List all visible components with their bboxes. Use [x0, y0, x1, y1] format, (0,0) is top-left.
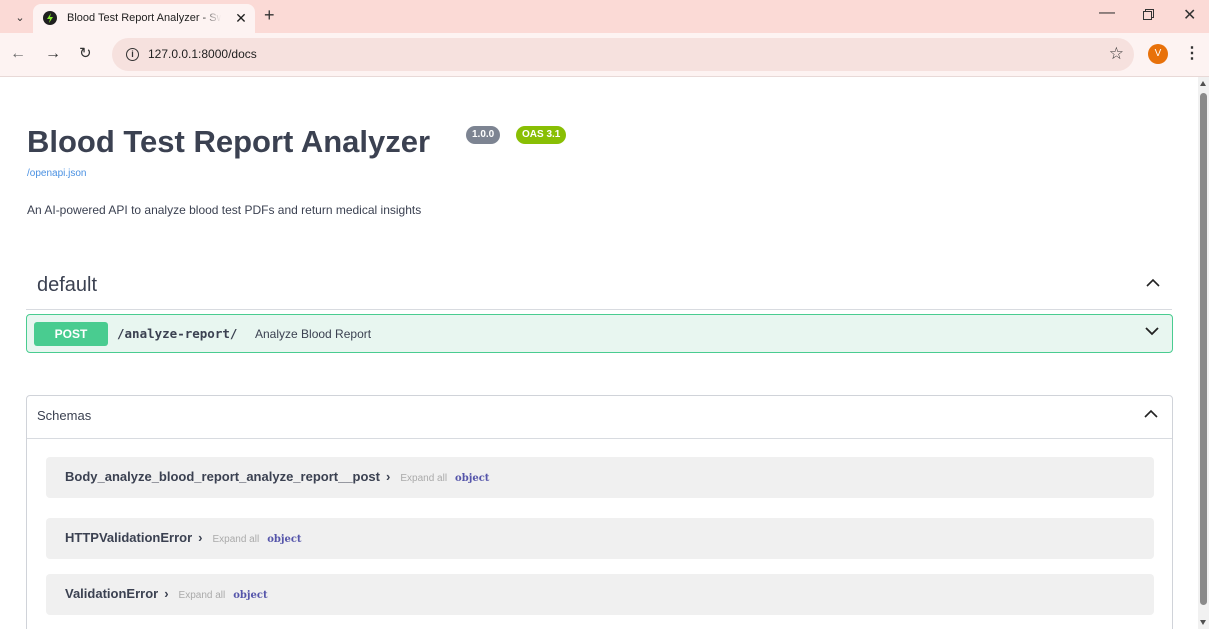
schema-row[interactable]: ValidationError › Expand all object [46, 574, 1154, 615]
schemas-title: Schemas [37, 408, 92, 423]
address-bar[interactable]: i 127.0.0.1:8000/docs ☆ [112, 38, 1134, 71]
schema-row[interactable]: Body_analyze_blood_report_analyze_report… [46, 457, 1154, 498]
tag-name: default [37, 274, 98, 296]
scroll-up-arrow-icon[interactable] [1200, 81, 1206, 86]
tab-title: Blood Test Report Analyzer - Swagger UI [67, 12, 221, 24]
expand-all-link[interactable]: Expand all [212, 534, 259, 545]
chevron-right-icon[interactable]: › [386, 469, 390, 484]
tab-close-icon[interactable]: ✕ [233, 10, 249, 26]
operation-summary: Analyze Blood Report [255, 327, 372, 341]
api-title: Blood Test Report Analyzer [27, 124, 431, 159]
openapi-json-link[interactable]: /openapi.json [27, 168, 87, 179]
schema-type: object [233, 590, 268, 601]
swagger-favicon-icon [43, 11, 57, 25]
forward-arrow-icon[interactable]: → [45, 46, 61, 62]
bookmark-star-icon[interactable]: ☆ [1109, 44, 1124, 64]
chevron-up-icon[interactable] [1144, 409, 1158, 419]
browser-tab[interactable]: Blood Test Report Analyzer - Swagger UI … [33, 4, 255, 33]
browser-tab-bar: ⌄ Blood Test Report Analyzer - Swagger U… [0, 0, 1209, 33]
site-info-icon[interactable]: i [126, 48, 139, 61]
schema-type: object [267, 534, 302, 545]
schema-name[interactable]: ValidationError [65, 586, 158, 601]
schema-row[interactable]: HTTPValidationError › Expand all object [46, 518, 1154, 559]
reload-icon[interactable]: ↻ [79, 46, 92, 62]
schema-type: object [455, 473, 490, 484]
schemas-header[interactable]: Schemas [27, 396, 1172, 439]
minimize-icon[interactable]: — [1099, 4, 1115, 22]
operation-path: /analyze-report/ [117, 326, 238, 341]
tag-section-default[interactable]: default [26, 266, 1172, 310]
post-analyze-report-operation[interactable]: POST /analyze-report/ Analyze Blood Repo… [26, 314, 1173, 353]
browser-toolbar: ← → ↻ i 127.0.0.1:8000/docs ☆ V ⋮ [0, 33, 1209, 77]
page-scrollbar[interactable] [1198, 77, 1209, 629]
chevron-down-icon[interactable] [1144, 325, 1160, 337]
expand-all-link[interactable]: Expand all [179, 590, 226, 601]
swagger-page: Blood Test Report Analyzer 1.0.0 OAS 3.1… [0, 77, 1198, 629]
version-badge: 1.0.0 [466, 126, 501, 144]
scroll-down-arrow-icon[interactable] [1200, 620, 1206, 625]
close-window-icon[interactable]: ✕ [1183, 5, 1196, 25]
schema-name[interactable]: Body_analyze_blood_report_analyze_report… [65, 469, 380, 484]
chevron-right-icon[interactable]: › [164, 586, 168, 601]
tab-search-chevron-icon[interactable]: ⌄ [12, 9, 28, 25]
back-arrow-icon[interactable]: ← [10, 46, 26, 62]
schemas-section: Schemas Body_analyze_blood_report_analyz… [26, 395, 1173, 629]
url-text[interactable]: 127.0.0.1:8000/docs [148, 47, 257, 61]
api-description: An AI-powered API to analyze blood test … [27, 203, 422, 217]
restore-window-icon[interactable] [1143, 9, 1154, 20]
chevron-up-icon[interactable] [1146, 278, 1160, 288]
schema-name[interactable]: HTTPValidationError [65, 530, 192, 545]
profile-avatar[interactable]: V [1148, 44, 1168, 64]
scrollbar-thumb[interactable] [1200, 93, 1207, 605]
expand-all-link[interactable]: Expand all [400, 473, 447, 484]
http-method-badge: POST [34, 322, 108, 346]
browser-menu-icon[interactable]: ⋮ [1184, 43, 1200, 63]
chevron-right-icon[interactable]: › [198, 530, 202, 545]
new-tab-icon[interactable]: + [264, 6, 275, 24]
oas-badge: OAS 3.1 [516, 126, 567, 144]
